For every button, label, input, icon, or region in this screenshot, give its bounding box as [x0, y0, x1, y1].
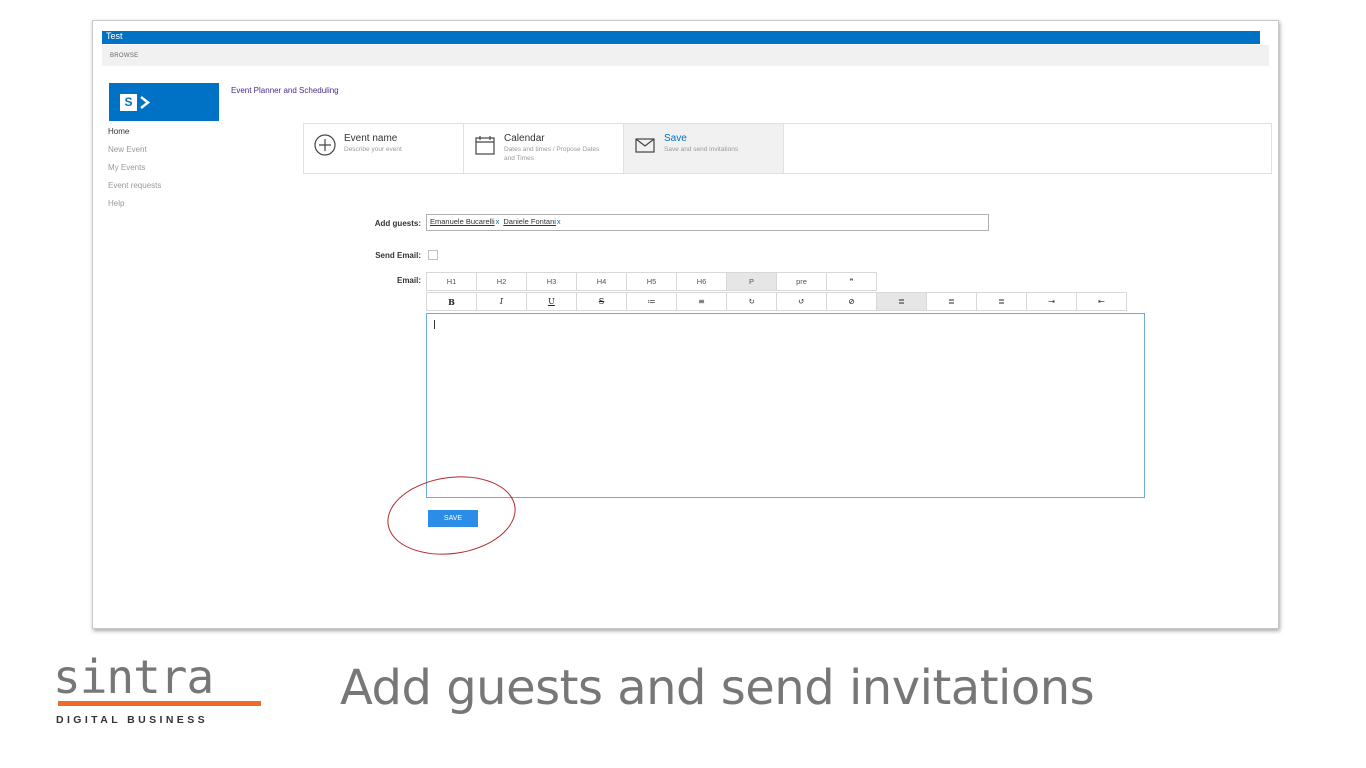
send-email-checkbox[interactable] [428, 250, 438, 260]
guest-remove-icon[interactable]: x [496, 217, 500, 226]
numbered-list-icon[interactable]: ≡ [676, 292, 727, 311]
wizard-step-desc: Save and send invitations [664, 146, 739, 153]
paragraph-button[interactable]: P [726, 272, 777, 291]
sharepoint-arrow-icon [140, 96, 151, 109]
nav-item-home[interactable]: Home [108, 127, 161, 145]
ribbon-tab-browse[interactable]: BROWSE [110, 53, 138, 59]
nav-item-my-events[interactable]: My Events [108, 163, 161, 181]
brand-tagline: DIGITAL BUSINESS [56, 714, 209, 726]
wizard-step-desc: Dates and times / Propose Dates and Time… [504, 146, 600, 162]
redo-icon[interactable]: ↻ [726, 292, 777, 311]
screenshot-frame: Test BROWSE S Event Planner and Scheduli… [92, 20, 1279, 629]
add-guests-label: Add guests: [374, 219, 421, 228]
bullet-list-icon[interactable]: ≔ [626, 292, 677, 311]
wizard-steps: Event name Describe your event Calendar … [303, 123, 1272, 174]
brand-accent-bar [58, 701, 261, 706]
nav-item-new-event[interactable]: New Event [108, 145, 161, 163]
text-caret [434, 320, 435, 329]
underline-button[interactable]: U [526, 292, 577, 311]
suite-bar-title: Test [106, 31, 123, 41]
format-toolbar: H1 H2 H3 H4 H5 H6 P pre ❞ [426, 272, 877, 291]
align-center-icon[interactable]: ≣ [926, 292, 977, 311]
wizard-step-event-name[interactable]: Event name Describe your event [304, 124, 464, 173]
align-right-icon[interactable]: ≣ [976, 292, 1027, 311]
guest-chip-label: Daniele Fontani [503, 217, 556, 226]
sharepoint-logo[interactable]: S [109, 83, 219, 121]
h2-button[interactable]: H2 [476, 272, 527, 291]
calendar-icon [475, 136, 495, 155]
wizard-step-title: Calendar [504, 133, 545, 144]
wizard-step-calendar[interactable]: Calendar Dates and times / Propose Dates… [464, 124, 624, 173]
nav-item-event-requests[interactable]: Event requests [108, 181, 161, 199]
italic-button[interactable]: I [476, 292, 527, 311]
sintra-logo: sintra DIGITAL BUSINESS [53, 650, 268, 738]
wizard-step-title: Save [664, 133, 687, 144]
site-title[interactable]: Event Planner and Scheduling [231, 86, 339, 95]
slide-caption: Add guests and send invitations [340, 660, 1095, 716]
envelope-icon [635, 138, 655, 153]
email-label: Email: [396, 276, 421, 285]
brand-name: sintra [53, 650, 214, 704]
h1-button[interactable]: H1 [426, 272, 477, 291]
wizard-step-save[interactable]: Save Save and send invitations [624, 124, 784, 173]
wizard-step-desc: Describe your event [344, 146, 402, 153]
suite-bar: Test [102, 31, 1260, 44]
pre-button[interactable]: pre [776, 272, 827, 291]
undo-icon[interactable]: ↺ [776, 292, 827, 311]
guest-chip-label: Emanuele Bucarelli [430, 217, 495, 226]
email-body-editor[interactable] [426, 313, 1145, 498]
wizard-step-title: Event name [344, 133, 398, 144]
plus-circle-icon [314, 134, 336, 156]
bold-button[interactable]: B [426, 292, 477, 311]
align-left-icon[interactable]: ≣ [876, 292, 927, 311]
quote-icon[interactable]: ❞ [826, 272, 877, 291]
ribbon: BROWSE [102, 45, 1269, 66]
h6-button[interactable]: H6 [676, 272, 727, 291]
clear-format-icon[interactable]: ⊘ [826, 292, 877, 311]
guest-remove-icon[interactable]: x [557, 217, 561, 226]
h3-button[interactable]: H3 [526, 272, 577, 291]
indent-icon[interactable]: ⇥ [1026, 292, 1077, 311]
h4-button[interactable]: H4 [576, 272, 627, 291]
outdent-icon[interactable]: ⇤ [1076, 292, 1127, 311]
nav-item-help[interactable]: Help [108, 199, 161, 217]
send-email-label: Send Email: [375, 251, 421, 260]
sharepoint-s-icon: S [120, 94, 137, 111]
h5-button[interactable]: H5 [626, 272, 677, 291]
quick-launch-nav: Home New Event My Events Event requests … [108, 127, 161, 217]
add-guests-input[interactable]: Emanuele Bucarellix Daniele Fontanix [426, 214, 989, 231]
style-toolbar: B I U S ≔ ≡ ↻ ↺ ⊘ ≣ ≣ ≣ ⇥ ⇤ [426, 292, 1127, 311]
strikethrough-button[interactable]: S [576, 292, 627, 311]
